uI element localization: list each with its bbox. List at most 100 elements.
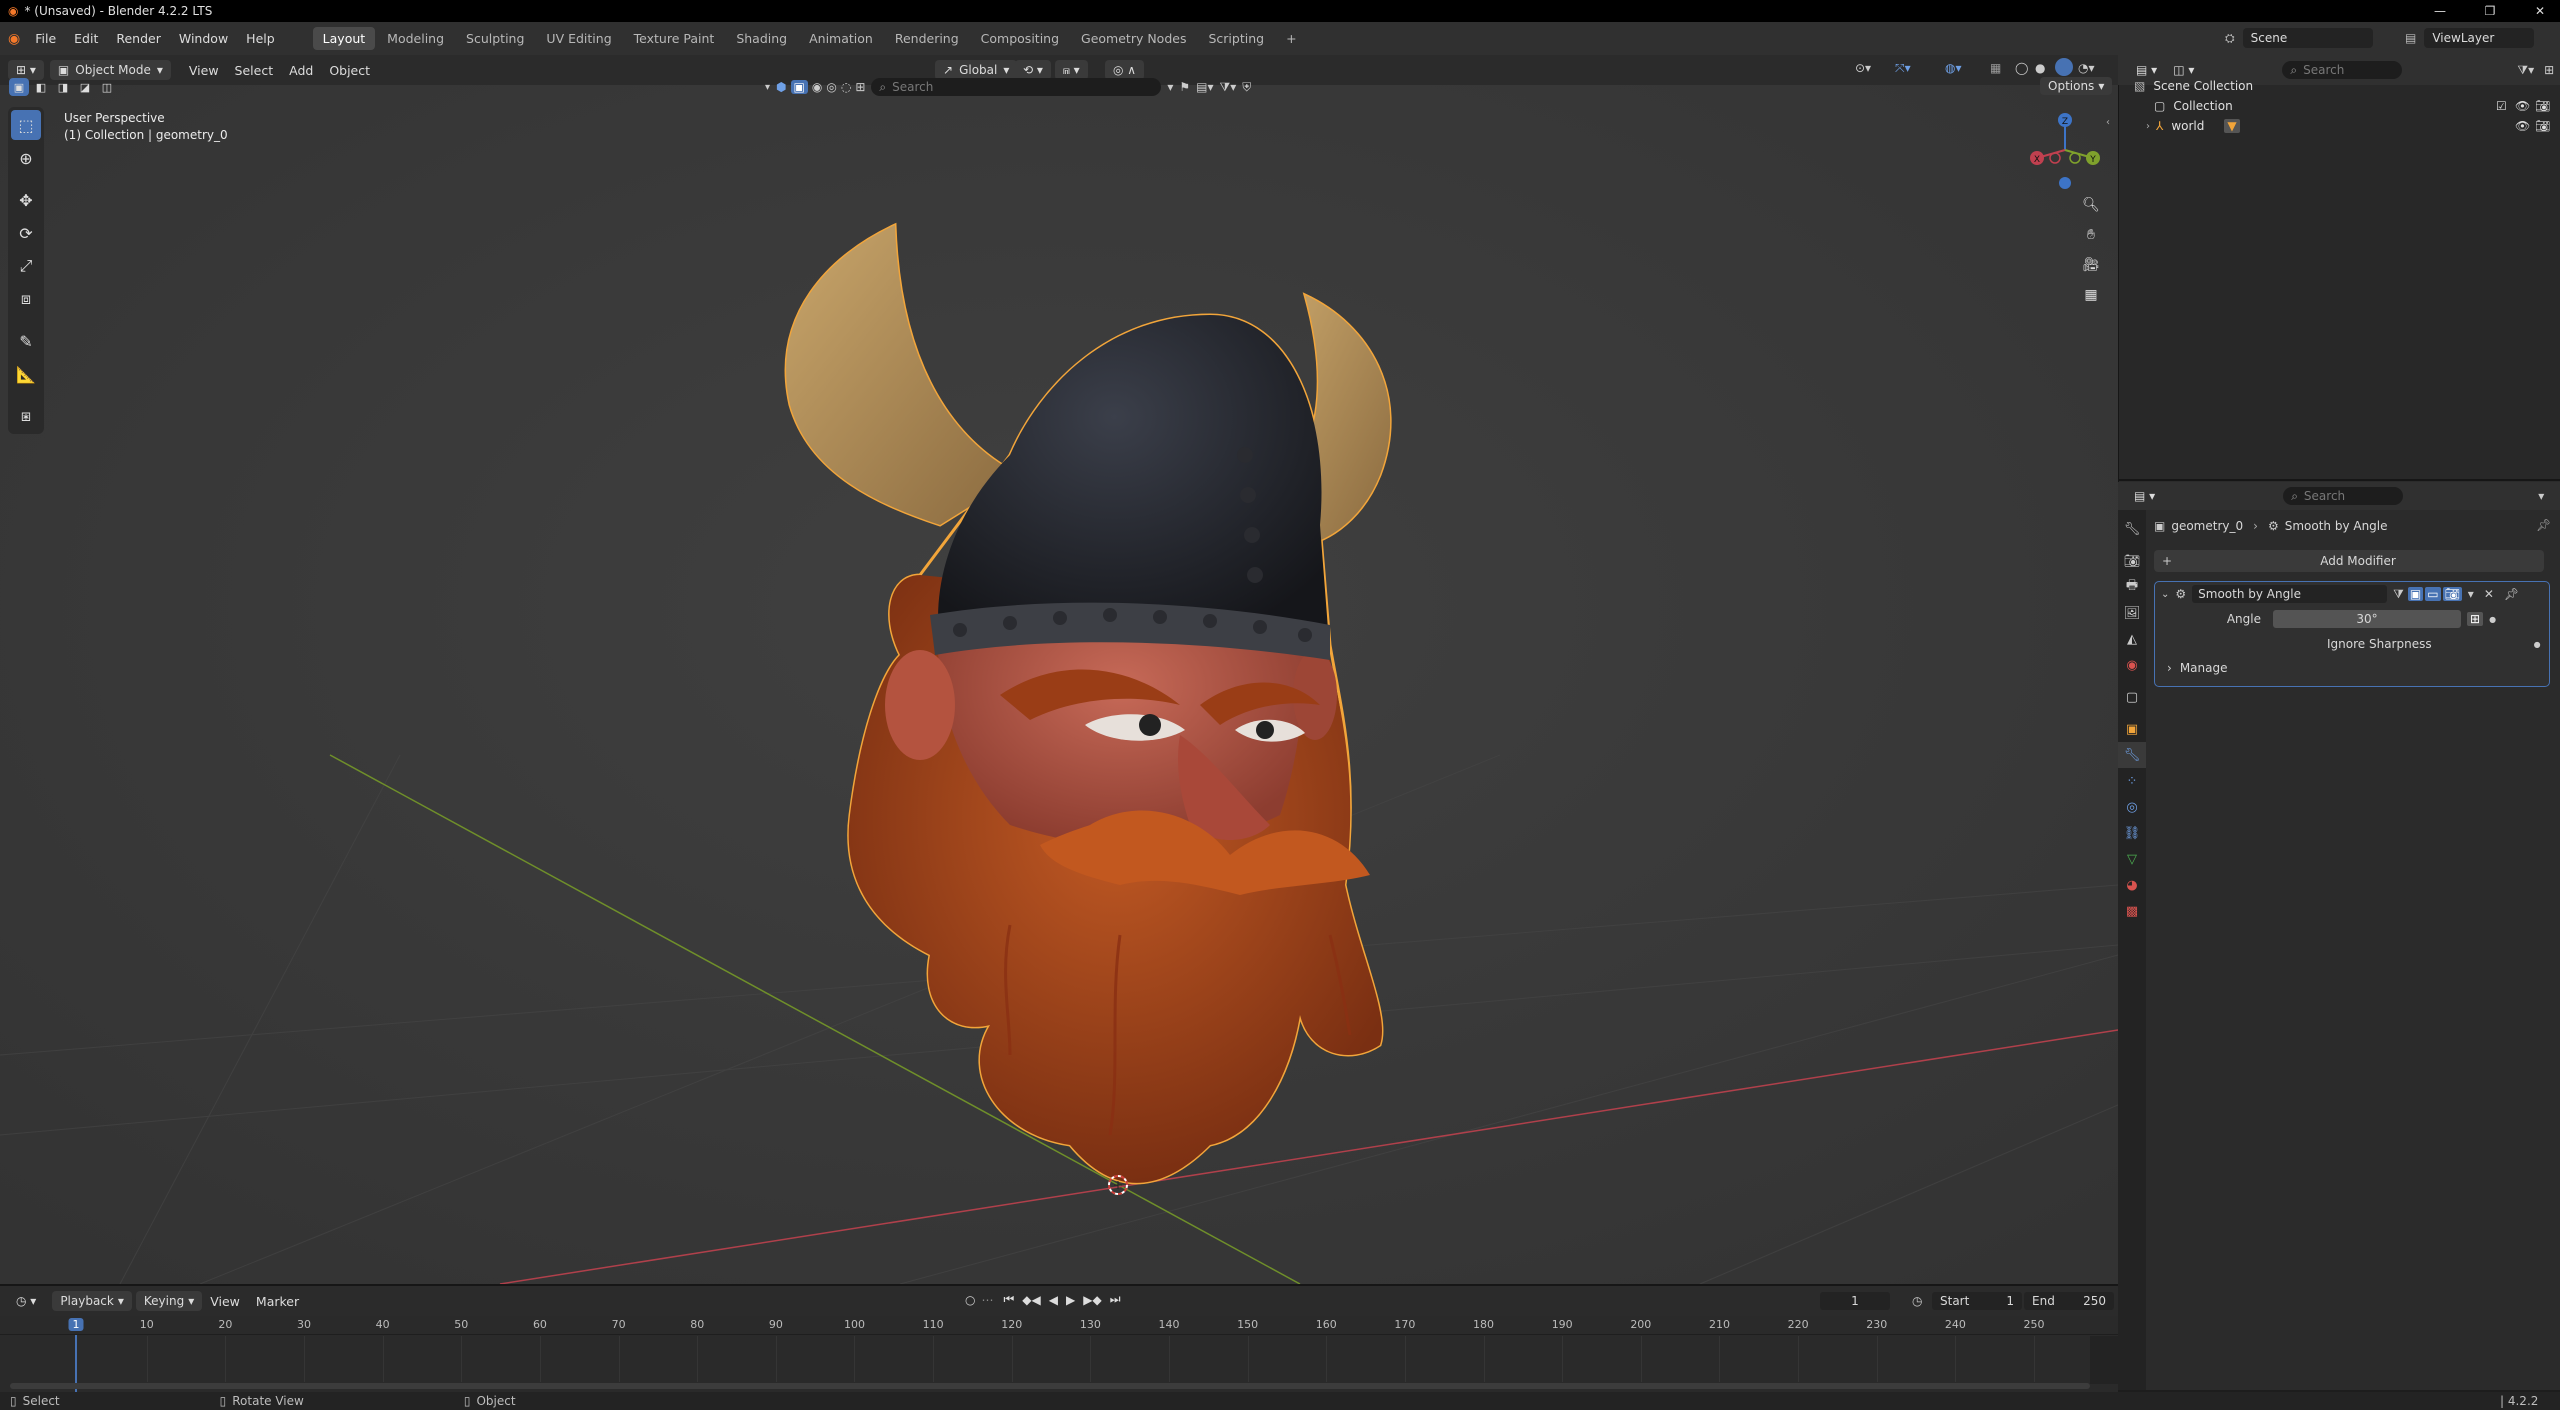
menu-add[interactable]: Add [281,63,321,78]
tab-scripting[interactable]: Scripting [1198,27,1274,50]
jump-start-icon[interactable]: ⏮ [1003,1292,1014,1307]
outliner-row-collection[interactable]: ▢ Collection ☑ 👁︎ 📷︎ [2118,96,2560,116]
manage-subpanel[interactable]: › Manage [2155,656,2549,680]
close-icon[interactable]: ✕ [2484,587,2494,601]
add-modifier-button[interactable]: + Add Modifier [2154,550,2544,572]
menu-object[interactable]: Object [321,63,378,78]
data-tab-icon[interactable]: ▽ [2118,846,2146,872]
tab-uv-editing[interactable]: UV Editing [536,27,621,50]
constraints-tab-icon[interactable]: ⛓︎ [2118,820,2146,846]
playback-menu[interactable]: Playback ▾ [52,1291,132,1311]
menu-select[interactable]: Select [227,63,282,78]
scene-tab-icon[interactable]: ◭ [2118,626,2146,652]
scale-tool-icon[interactable]: ⤢ [11,251,41,281]
shield-icon[interactable]: ⛨ [1242,80,1251,95]
camera-view-icon[interactable]: 🎥︎ [2078,252,2104,278]
tab-compositing[interactable]: Compositing [971,27,1069,50]
menu-view[interactable]: View [202,1294,248,1309]
rotate-tool-icon[interactable]: ⟳ [11,218,41,248]
camera-filter-icon[interactable]: ◎ [826,80,836,94]
sidebar-toggle-icon[interactable]: ‹ [2106,117,2110,128]
solid-shading-icon[interactable]: ● [2035,61,2045,75]
modifier-name-field[interactable]: Smooth by Angle [2192,585,2388,603]
edit-mode-toggle-icon[interactable]: ⧩ [2393,587,2404,602]
ignore-sharpness-checkbox[interactable]: Ignore Sharpness [2327,637,2432,651]
tab-geometry-nodes[interactable]: Geometry Nodes [1071,27,1196,50]
modifier-tab-icon[interactable]: 🔧︎ [2118,742,2146,768]
zoom-icon[interactable]: 🔍︎ [2078,192,2104,218]
menu-window[interactable]: Window [170,31,237,46]
rendered-shading-icon[interactable]: ◔▾ [2078,61,2095,75]
eye-icon[interactable]: 👁︎ [2515,119,2530,133]
world-tab-icon[interactable]: ◉ [2118,652,2146,678]
outliner-row-world[interactable]: › ⅄ world ▼ 👁︎ 📷︎ [2118,116,2560,136]
jump-keyframe-forward-icon[interactable]: ▶◆ [1083,1293,1101,1307]
annotate-tool-icon[interactable]: ✎ [11,326,41,356]
viewport-search-field[interactable]: ⌕ Search [871,78,1162,96]
tab-layout[interactable]: Layout [312,27,376,50]
material-tab-icon[interactable]: ◕ [2118,872,2146,898]
render-toggle-icon[interactable]: 📷︎ [2442,587,2462,601]
blender-menu-icon[interactable]: ◉ [8,31,20,47]
visibility-icon[interactable]: ⊙▾ [1855,61,1871,75]
keyframe-dot-icon[interactable]: ● [2534,640,2541,649]
new-collection-icon[interactable]: ⊞ [2544,63,2554,77]
empty-filter-icon[interactable]: ◌ [841,80,851,94]
select-box-tool-icon[interactable]: ⬚ [11,110,41,140]
mesh-filter-icon[interactable]: ▣ [790,80,808,94]
select-extend-icon[interactable]: ◧ [31,78,51,96]
node-input-icon[interactable]: ⊞ [2467,612,2484,626]
menu-marker[interactable]: Marker [248,1294,307,1309]
current-frame-field[interactable]: 1 [1820,1292,1890,1310]
grid-perspective-icon[interactable]: ▦ [2078,282,2104,308]
texture-tab-icon[interactable]: ▩ [2118,898,2146,924]
chevron-down-icon[interactable]: ▾ [1167,80,1173,94]
layout-icon[interactable]: ▤▾ [1196,80,1213,94]
timeline-track[interactable]: 1 10 20 30 40 50 60 70 80 90 100 110 120 130 140 150 160… [0,1316,2118,1394]
select-subtract-icon[interactable]: ◨ [53,78,73,96]
auto-key-icon[interactable]: ○ [965,1293,975,1307]
collection-tab-icon[interactable]: ▢ [2118,684,2146,710]
viewlayer-selector[interactable]: ▤ ViewLayer [2405,28,2535,48]
tab-texture-paint[interactable]: Texture Paint [624,27,725,50]
angle-field[interactable]: 30° [2273,610,2461,628]
editor-type-button[interactable]: ▤ ▾ [2126,486,2163,506]
editor-type-button[interactable]: ◷ ▾ [8,1291,44,1311]
select-invert-icon[interactable]: ◪ [75,78,95,96]
viewport-toggle-icon[interactable]: ▭ [2425,587,2441,601]
bookmark-icon[interactable]: ⚑ [1179,80,1190,94]
physics-tab-icon[interactable]: ◎ [2118,794,2146,820]
tab-sculpting[interactable]: Sculpting [456,27,534,50]
tab-shading[interactable]: Shading [726,27,797,50]
material-preview-icon[interactable] [2055,58,2073,76]
output-tab-icon[interactable]: 🖶︎ [2118,574,2146,600]
chevron-down-icon[interactable]: ▾ [2538,489,2544,503]
chevron-down-icon[interactable]: ▾ [2468,587,2474,601]
end-frame-field[interactable]: End 250 [2024,1292,2114,1310]
view-layer-tab-icon[interactable]: 🖼︎ [2118,600,2146,626]
overlay-toggle-icon[interactable]: ◍▾ [1945,61,1962,75]
clock-icon[interactable]: ◷ [1912,1294,1922,1308]
tab-animation[interactable]: Animation [799,27,883,50]
close-button[interactable]: ✕ [2520,0,2560,22]
play-icon[interactable]: ▶ [1066,1293,1075,1307]
measure-tool-icon[interactable]: 📐 [11,359,41,389]
keying-set-icon[interactable]: ⋯ [981,1293,993,1307]
object-tab-icon[interactable]: ▣ [2118,716,2146,742]
camera-icon[interactable]: 📷︎ [2535,99,2550,113]
tab-modeling[interactable]: Modeling [377,27,454,50]
scene-selector[interactable]: ⛭ Scene [2225,28,2373,48]
pan-hand-icon[interactable]: ✋︎ [2078,222,2104,248]
properties-search-field[interactable]: ⌕ Search [2283,487,2404,505]
menu-render[interactable]: Render [107,31,170,46]
menu-file[interactable]: File [26,31,65,46]
scene-name-field[interactable]: Scene [2242,28,2373,48]
include-checkbox-icon[interactable]: ☑ [2496,99,2507,113]
move-tool-icon[interactable]: ✥ [11,185,41,215]
keying-menu[interactable]: Keying ▾ [135,1291,203,1311]
options-button[interactable]: Options ▾ [2040,77,2113,95]
tab-rendering[interactable]: Rendering [885,27,969,50]
pin-icon[interactable]: 📌︎ [2536,518,2551,532]
add-cube-tool-icon[interactable]: ⧆ [11,401,41,431]
tool-tab-icon[interactable]: 🔧︎ [2118,516,2146,542]
